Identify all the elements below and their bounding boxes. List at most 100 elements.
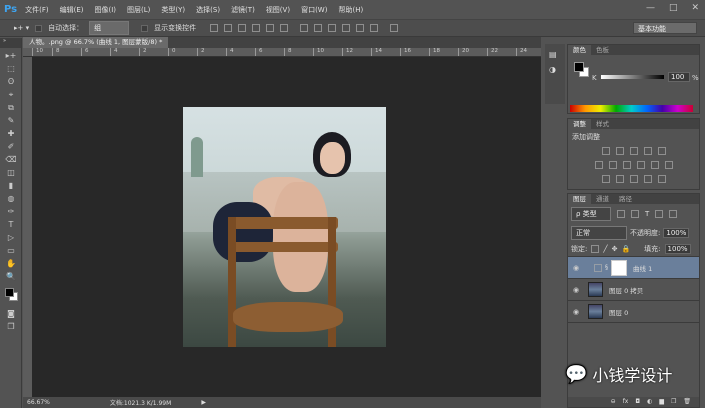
- vibrance-icon[interactable]: [657, 147, 666, 155]
- lock-move-icon[interactable]: ✥: [612, 245, 618, 253]
- menu-filter[interactable]: 滤镜(T): [231, 5, 255, 15]
- minimize-button[interactable]: —: [646, 3, 655, 13]
- fx-icon[interactable]: fx: [623, 397, 629, 407]
- auto-align-icon[interactable]: [390, 24, 399, 32]
- tab-swatches[interactable]: 色板: [591, 45, 614, 55]
- threshold-icon[interactable]: [629, 175, 638, 183]
- menu-type[interactable]: 类型(Y): [161, 5, 185, 15]
- visibility-eye-icon[interactable]: ◉: [568, 286, 584, 294]
- filter-shape-icon[interactable]: [655, 210, 664, 218]
- eraser-tool[interactable]: ⌫: [4, 154, 18, 165]
- document-tab[interactable]: 人物。.png @ 66.7% (曲线 1, 图层蒙版/8) * ×: [23, 37, 168, 57]
- gradient-tool[interactable]: ◫: [4, 167, 18, 178]
- align-right-icon[interactable]: [280, 24, 289, 32]
- menu-image[interactable]: 图像(I): [95, 5, 117, 15]
- visibility-eye-icon[interactable]: ◉: [568, 264, 584, 272]
- exposure-icon[interactable]: [643, 147, 652, 155]
- black-white-icon[interactable]: [622, 161, 631, 169]
- align-hcenter-icon[interactable]: [266, 24, 275, 32]
- blend-mode-dropdown[interactable]: 正常: [571, 226, 627, 240]
- folder-icon[interactable]: ▆: [659, 397, 664, 407]
- color-spectrum[interactable]: [570, 105, 693, 112]
- lasso-tool[interactable]: ʘ: [4, 76, 18, 87]
- chain-link-icon[interactable]: §: [605, 264, 608, 271]
- adjustment-icon[interactable]: ◐: [647, 397, 652, 407]
- align-left-icon[interactable]: [252, 24, 261, 32]
- move-tool-icon[interactable]: ▸+ ▾: [14, 24, 29, 32]
- stamp-tool[interactable]: ▮: [4, 180, 18, 191]
- align-vcenter-icon[interactable]: [224, 24, 233, 32]
- menu-edit[interactable]: 编辑(E): [60, 5, 84, 15]
- quick-select-tool[interactable]: ⌖: [4, 89, 18, 100]
- move-tool[interactable]: ▸+: [4, 50, 18, 61]
- hand-tool[interactable]: ✋: [4, 258, 18, 269]
- menu-help[interactable]: 帮助(H): [338, 5, 363, 15]
- tab-channels[interactable]: 通道: [591, 194, 614, 204]
- workspace-dropdown[interactable]: 基本功能: [633, 22, 697, 34]
- visibility-eye-icon[interactable]: ◉: [568, 308, 584, 316]
- selective-color-icon[interactable]: [643, 175, 652, 183]
- levels-icon[interactable]: [615, 147, 624, 155]
- color-swatches[interactable]: [4, 286, 18, 304]
- marquee-tool[interactable]: ⬚: [4, 63, 18, 74]
- lock-all-icon[interactable]: 🔒: [621, 245, 630, 253]
- gradient-map-icon[interactable]: [657, 175, 666, 183]
- color-balance-icon[interactable]: [608, 161, 617, 169]
- distribute-left-icon[interactable]: [342, 24, 351, 32]
- blur-tool[interactable]: ◍: [4, 193, 18, 204]
- menu-view[interactable]: 视图(V): [266, 5, 290, 15]
- quick-mask-icon[interactable]: ◙: [4, 308, 18, 319]
- filter-pixel-icon[interactable]: [617, 210, 625, 218]
- zoom-tool[interactable]: 🔍: [4, 271, 18, 282]
- tab-layers[interactable]: 图层: [568, 194, 591, 204]
- menu-file[interactable]: 文件(F): [25, 5, 49, 15]
- properties-icon[interactable]: ◑: [549, 65, 561, 74]
- k-slider[interactable]: [601, 75, 664, 79]
- tab-color[interactable]: 颜色: [568, 45, 591, 55]
- distribute-hcenter-icon[interactable]: [356, 24, 365, 32]
- curves-icon[interactable]: [629, 147, 638, 155]
- pen-tool[interactable]: ✑: [4, 206, 18, 217]
- posterize-icon[interactable]: [615, 175, 624, 183]
- screen-mode-icon[interactable]: ❐: [4, 321, 18, 332]
- photo-filter-icon[interactable]: [636, 161, 645, 169]
- healing-tool[interactable]: ✚: [4, 128, 18, 139]
- distribute-bottom-icon[interactable]: [328, 24, 337, 32]
- layer-mask-thumbnail[interactable]: [611, 259, 627, 276]
- filter-type-icon[interactable]: T: [645, 210, 649, 218]
- channel-mixer-icon[interactable]: [650, 161, 659, 169]
- layer-row[interactable]: ◉ 图层 0: [568, 301, 699, 323]
- invert-icon[interactable]: [601, 175, 610, 183]
- k-value-input[interactable]: 100: [668, 72, 690, 82]
- opacity-input[interactable]: 100%: [663, 228, 690, 238]
- crop-tool[interactable]: ⧉: [4, 102, 18, 113]
- show-transform-checkbox[interactable]: [141, 24, 149, 32]
- status-menu-arrow-icon[interactable]: ▶: [201, 399, 206, 406]
- close-button[interactable]: ✕: [691, 3, 699, 13]
- type-tool[interactable]: T: [4, 219, 18, 230]
- align-top-icon[interactable]: [210, 24, 219, 32]
- mask-icon[interactable]: ◘: [635, 397, 640, 407]
- auto-select-dropdown[interactable]: 组: [89, 21, 130, 35]
- lock-pixels-icon[interactable]: [591, 245, 600, 253]
- new-layer-icon[interactable]: ❐: [671, 397, 676, 407]
- maximize-button[interactable]: □: [669, 3, 678, 13]
- distribute-right-icon[interactable]: [370, 24, 379, 32]
- layer-filter-dropdown[interactable]: ρ 类型: [571, 207, 611, 221]
- brightness-icon[interactable]: [601, 147, 610, 155]
- tab-adjustments[interactable]: 调整: [568, 119, 591, 129]
- color-lookup-icon[interactable]: [664, 161, 673, 169]
- trash-icon[interactable]: 🗑: [683, 397, 691, 407]
- link-icon[interactable]: ⊖: [611, 397, 616, 407]
- path-select-tool[interactable]: ▷: [4, 232, 18, 243]
- brush-tool[interactable]: ✐: [4, 141, 18, 152]
- lock-brush-icon[interactable]: ╱: [603, 245, 607, 253]
- fill-input[interactable]: 100%: [664, 244, 691, 254]
- layer-row[interactable]: ◉ § 曲线 1: [568, 257, 699, 279]
- menu-window[interactable]: 窗口(W): [301, 5, 327, 15]
- eyedropper-tool[interactable]: ✎: [4, 115, 18, 126]
- hue-saturation-icon[interactable]: [594, 161, 603, 169]
- distribute-top-icon[interactable]: [300, 24, 309, 32]
- filter-smart-icon[interactable]: [669, 210, 678, 218]
- collapse-icon[interactable]: »: [0, 38, 21, 48]
